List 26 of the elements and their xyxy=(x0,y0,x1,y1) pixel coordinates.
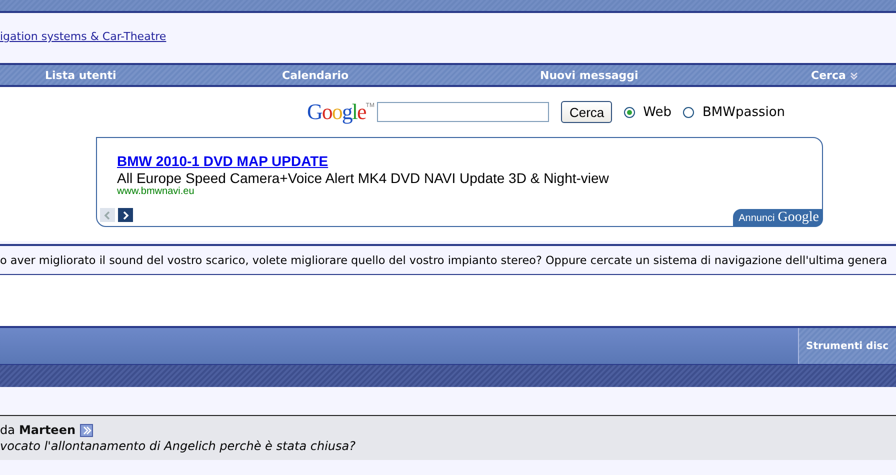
nav-link[interactable]: Nuovi messaggi xyxy=(540,69,638,82)
breadcrumb-link[interactable]: igation systems & Car-Theatre xyxy=(0,30,166,43)
by-label: da xyxy=(0,423,15,437)
radio-label: BMWpassion xyxy=(702,104,786,120)
search-field[interactable] xyxy=(377,102,550,122)
nav-link[interactable]: Cerca xyxy=(811,69,858,82)
ad-text: All Europe Speed Camera+Voice Alert MK4 DVD NAVI Update 3D & Night-view xyxy=(117,170,610,186)
search-button[interactable]: Cerca xyxy=(561,101,612,123)
ad-title-link[interactable]: BMW 2010-1 DVD MAP UPDATE xyxy=(117,153,328,169)
forum-description: o aver migliorato il sound del vostro scarico, volete migliorare quello del vostro impianto stereo? Oppure cercate un sistema di navigazione dell'ultima genera xyxy=(0,254,888,266)
ad-url: www.bmwnavi.eu xyxy=(117,186,196,197)
post-excerpt: vocato l'allontanamento di Angelich perchè è stata chiusa? xyxy=(0,439,357,453)
radio-button[interactable] xyxy=(683,106,694,118)
chevron-right-icon xyxy=(121,210,130,220)
radio-label: Web xyxy=(643,104,672,120)
double-chevron-icon xyxy=(850,72,858,80)
ads-by-google-badge[interactable]: Annunci Google xyxy=(732,209,823,227)
radio-button[interactable] xyxy=(624,106,636,118)
go-to-post-icon[interactable] xyxy=(80,424,92,436)
nav-link[interactable]: Calendario xyxy=(282,69,349,82)
thread-tools-menu[interactable]: Strumenti disc xyxy=(798,328,896,364)
chevron-left-icon xyxy=(103,210,112,220)
google-logo: Google$^{TM}$ xyxy=(307,99,374,125)
nav-link[interactable]: Lista utenti xyxy=(45,69,116,82)
author-link[interactable]: Marteen xyxy=(18,423,76,437)
next-arrow-button[interactable] xyxy=(118,208,133,222)
